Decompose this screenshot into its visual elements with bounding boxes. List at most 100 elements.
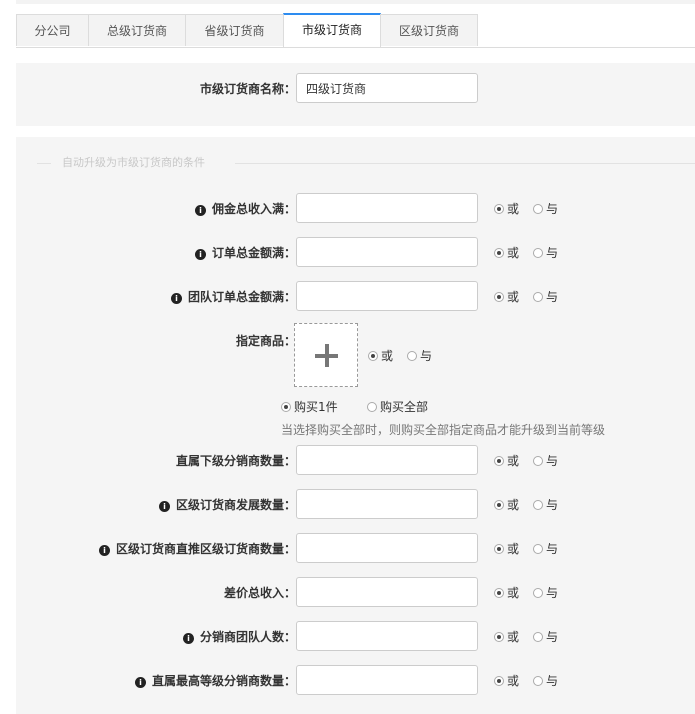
radio-dot [533,544,543,554]
or-label: 或 [507,674,520,688]
order-total-or-radio[interactable]: 或 [494,246,519,260]
radio-dot [533,676,543,686]
info-icon[interactable]: i [182,633,194,644]
radio-dot [533,248,543,258]
buy-one-radio[interactable]: 购买1件 [281,400,338,414]
direct-distributor-count-input[interactable] [296,445,478,475]
radio-dot [494,544,504,554]
radio-dot [494,204,504,214]
price-diff-income-label: 差价总收入： [224,584,296,601]
team-order-total-input[interactable] [296,281,478,311]
buy-all-radio[interactable]: 购买全部 [367,400,428,414]
team-size-input[interactable] [296,621,478,651]
district-dealer-growth-label: i 区级订货商发展数量： [158,496,296,513]
and-label: 与 [546,290,559,304]
top-level-distributor-count-label: i 直属最高等级分销商数量： [134,672,296,689]
direct-distributor-count-and-radio[interactable]: 与 [533,454,558,468]
radio-dot [407,351,417,361]
radio-dot [494,292,504,302]
order-total-and-radio[interactable]: 与 [533,246,558,260]
order-total-text: 订单总金额满： [211,246,296,260]
price-diff-income-text: 差价总收入： [223,586,296,600]
or-label: 或 [507,498,520,512]
price-diff-income-input[interactable] [296,577,478,607]
or-label: 或 [507,202,520,216]
buy-all-label: 购买全部 [380,400,429,414]
team-size-or-radio[interactable]: 或 [494,630,519,644]
tab-branch-company[interactable]: 分公司 [16,14,89,46]
radio-dot [494,588,504,598]
radio-dot [533,292,543,302]
or-label: 或 [381,349,394,363]
radio-dot [494,456,504,466]
radio-dot [494,676,504,686]
or-label: 或 [507,290,520,304]
and-label: 与 [546,202,559,216]
district-dealer-growth-and-radio[interactable]: 与 [533,498,558,512]
buy-one-label: 购买1件 [294,400,338,414]
tab-city-dealer[interactable]: 市级订货商 [283,13,381,47]
team-order-total-and-radio[interactable]: 与 [533,290,558,304]
or-label: 或 [507,454,520,468]
section-legend: 自动升级为市级订货商的条件 [37,155,695,171]
district-direct-push-label: i 区级订货商直推区级订货商数量： [98,540,296,557]
info-icon[interactable]: i [98,545,110,556]
or-label: 或 [507,586,520,600]
info-icon[interactable]: i [194,205,206,216]
commission-total-and-radio[interactable]: 与 [533,202,558,216]
order-total-input[interactable] [296,237,478,267]
add-product-button[interactable] [294,323,358,387]
top-strip [16,0,695,4]
direct-distributor-count-or-radio[interactable]: 或 [494,454,519,468]
district-direct-push-and-radio[interactable]: 与 [533,542,558,556]
radio-dot [281,402,291,412]
direct-distributor-count-text: 直属下级分销商数量： [175,454,296,468]
and-label: 与 [420,349,433,363]
product-or-radio[interactable]: 或 [368,349,393,363]
tab-district-dealer[interactable]: 区级订货商 [380,14,478,46]
and-label: 与 [546,246,559,260]
and-label: 与 [546,542,559,556]
or-label: 或 [507,542,520,556]
and-label: 与 [546,630,559,644]
info-icon[interactable]: i [158,501,170,512]
dealer-name-label: 市级订货商名称： [199,82,296,96]
info-icon[interactable]: i [170,293,182,304]
commission-total-input[interactable] [296,193,478,223]
team-order-total-or-radio[interactable]: 或 [494,290,519,304]
commission-total-label: i 佣金总收入满： [194,200,296,217]
radio-dot [533,456,543,466]
radio-dot [533,632,543,642]
top-level-distributor-count-and-radio[interactable]: 与 [533,674,558,688]
info-icon[interactable]: i [194,249,206,260]
team-order-total-label: i 团队订单总金额满： [170,288,296,305]
top-level-distributor-count-text: 直属最高等级分销商数量： [151,674,296,688]
radio-dot [533,588,543,598]
district-dealer-growth-input[interactable] [296,489,478,519]
district-dealer-growth-or-radio[interactable]: 或 [494,498,519,512]
dealer-name-input[interactable] [296,73,478,103]
product-and-radio[interactable]: 与 [407,349,432,363]
and-label: 与 [546,674,559,688]
radio-dot [494,632,504,642]
tab-general-dealer[interactable]: 总级订货商 [88,14,186,46]
level-tabs: 分公司 总级订货商 省级订货商 市级订货商 区级订货商 [16,13,695,48]
top-level-distributor-count-or-radio[interactable]: 或 [494,674,519,688]
section-title: 自动升级为市级订货商的条件 [62,156,205,169]
district-direct-push-input[interactable] [296,533,478,563]
tab-province-dealer[interactable]: 省级订货商 [185,14,284,46]
district-dealer-growth-text: 区级订货商发展数量： [175,498,296,512]
district-direct-push-text: 区级订货商直推区级订货商数量： [115,542,296,556]
legend-line-right [235,163,695,164]
designated-product-label: 指定商品： [235,334,296,348]
or-label: 或 [507,246,520,260]
team-size-and-radio[interactable]: 与 [533,630,558,644]
price-diff-income-or-radio[interactable]: 或 [494,586,519,600]
info-icon[interactable]: i [134,677,146,688]
price-diff-income-and-radio[interactable]: 与 [533,586,558,600]
buy-all-note: 当选择购买全部时，则购买全部指定商品才能升级到当前等级 [281,423,606,437]
order-total-label: i 订单总金额满： [194,244,296,261]
top-level-distributor-count-input[interactable] [296,665,478,695]
commission-total-or-radio[interactable]: 或 [494,202,519,216]
district-direct-push-or-radio[interactable]: 或 [494,542,519,556]
